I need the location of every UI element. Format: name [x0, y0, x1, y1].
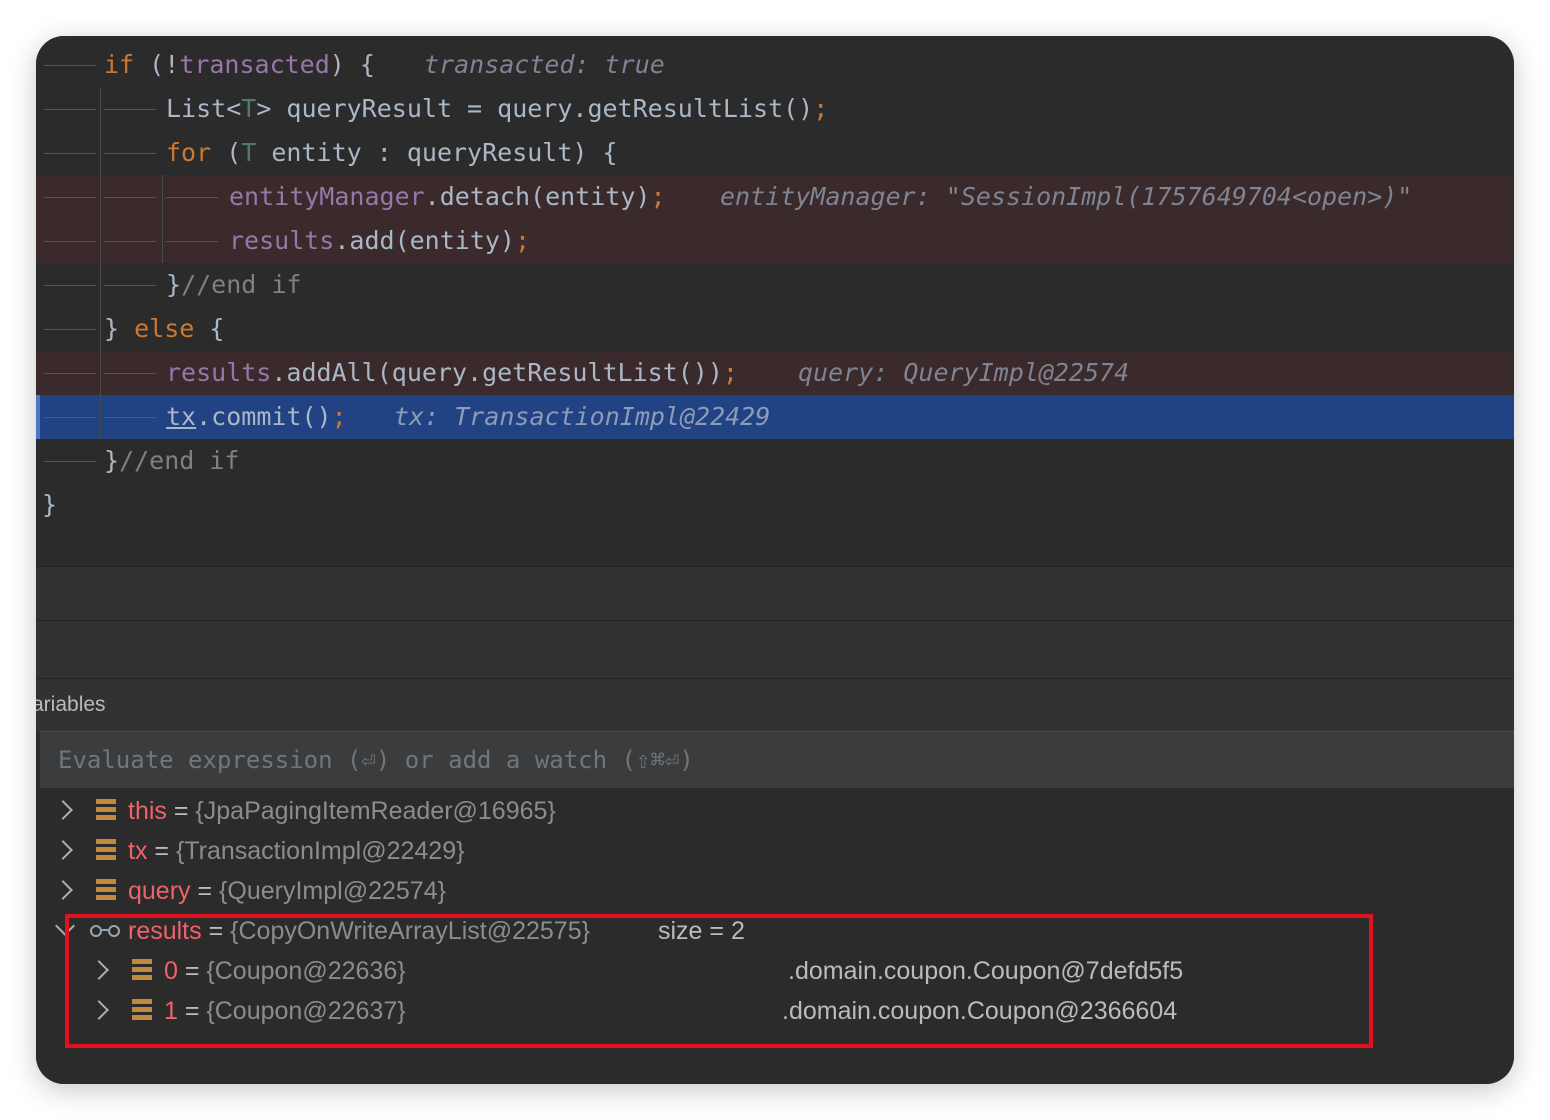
evaluate-expression-placeholder: Evaluate expression (⏎) or add a watch (… — [58, 746, 694, 774]
code-text: results.add(entity); — [229, 219, 530, 263]
debugger-window: if (!transacted) { transacted: true List… — [36, 36, 1514, 1084]
code-token: if — [104, 50, 135, 79]
code-token: //end if — [181, 270, 302, 299]
variable-row[interactable]: tx = {TransactionImpl@22429} — [36, 831, 1514, 871]
code-line[interactable]: List<T> queryResult = query.getResultLis… — [36, 87, 1514, 131]
variables-panel-header: ariables — [36, 678, 1514, 731]
code-text: }//end if — [166, 263, 301, 307]
code-line[interactable]: } else { — [36, 307, 1514, 351]
code-token: else — [134, 314, 195, 343]
code-token: ; — [813, 94, 829, 123]
expand-chevron-icon[interactable] — [53, 840, 73, 860]
code-token: tx — [166, 402, 197, 431]
code-token: entityManager — [229, 182, 425, 211]
inline-debug-hint: transacted: true — [424, 50, 665, 79]
variables-panel-title: ariables — [36, 693, 106, 716]
variable-value: {QueryImpl@22574} — [219, 877, 446, 905]
code-text: entityManager.detach(entity); — [229, 175, 666, 219]
code-token: } — [104, 446, 120, 475]
tool-window-strip — [36, 566, 1514, 620]
inline-debug-hint: tx: TransactionImpl@22429 — [394, 402, 771, 431]
code-token: (! — [134, 50, 180, 79]
code-token: ( — [211, 138, 242, 167]
code-token: > queryResult = query.getResultList() — [256, 94, 814, 123]
variable-equals: = — [190, 877, 220, 905]
code-line[interactable]: }//end if — [36, 439, 1514, 483]
tool-window-strip — [36, 620, 1514, 678]
code-line[interactable]: if (!transacted) { transacted: true — [36, 43, 1514, 87]
variable-equals: = — [147, 837, 176, 865]
code-token: ; — [650, 182, 666, 211]
code-token: List< — [166, 94, 242, 123]
field-icon — [96, 879, 116, 901]
variable-row[interactable]: this = {JpaPagingItemReader@16965} — [36, 791, 1514, 831]
variable-name: this — [128, 797, 167, 825]
code-token: results — [166, 358, 272, 387]
annotation-highlight-box — [65, 914, 1373, 1048]
code-token: } — [104, 314, 135, 343]
code-text: }//end if — [104, 439, 239, 483]
variable-name: query — [128, 877, 191, 905]
inline-debug-hint: entityManager: "SessionImpl(1757649704<o… — [720, 182, 1413, 211]
code-line-breakpoint[interactable]: entityManager.detach(entity); entityMana… — [36, 175, 1514, 219]
expand-chevron-icon[interactable] — [53, 880, 73, 900]
code-text: if (!transacted) { — [104, 43, 375, 87]
code-text: tx.commit(); — [166, 395, 347, 439]
code-token: for — [166, 138, 212, 167]
indent-guide — [162, 175, 163, 263]
code-text: List<T> queryResult = query.getResultLis… — [166, 87, 828, 131]
code-token: //end if — [119, 446, 240, 475]
code-token: .add(entity) — [334, 226, 515, 255]
code-line[interactable]: } — [36, 483, 1514, 527]
code-token: .detach(entity) — [424, 182, 651, 211]
code-token: .commit() — [196, 402, 332, 431]
code-editor[interactable]: if (!transacted) { transacted: true List… — [36, 36, 1514, 566]
code-line[interactable]: }//end if — [36, 263, 1514, 307]
inline-debug-hint: query: QueryImpl@22574 — [798, 358, 1130, 387]
code-token: .addAll(query.getResultList()) — [271, 358, 723, 387]
code-token: results — [229, 226, 335, 255]
code-token: { — [194, 314, 225, 343]
field-icon — [96, 839, 116, 861]
code-text: } — [42, 483, 57, 527]
code-token: ; — [722, 358, 738, 387]
code-line[interactable]: for (T entity : queryResult) { — [36, 131, 1514, 175]
indent-guide — [100, 87, 101, 439]
evaluate-expression-input[interactable]: Evaluate expression (⏎) or add a watch (… — [40, 731, 1514, 789]
code-line-breakpoint[interactable]: results.add(entity); — [36, 219, 1514, 263]
code-token: entity : queryResult) { — [256, 138, 618, 167]
code-token: } — [42, 490, 58, 519]
variable-value: {JpaPagingItemReader@16965} — [195, 797, 556, 825]
field-icon — [96, 799, 116, 821]
code-text: for (T entity : queryResult) { — [166, 131, 618, 175]
variable-equals: = — [166, 797, 196, 825]
code-token: ; — [331, 402, 347, 431]
code-token: T — [241, 138, 257, 167]
variable-row[interactable]: query = {QueryImpl@22574} — [36, 871, 1514, 911]
code-token: T — [241, 94, 257, 123]
variable-name: tx — [128, 837, 148, 865]
code-line-breakpoint[interactable]: results.addAll(query.getResultList()); q… — [36, 351, 1514, 395]
code-line-current-execution[interactable]: tx.commit(); tx: TransactionImpl@22429 — [36, 395, 1514, 439]
variable-value: {TransactionImpl@22429} — [175, 837, 465, 865]
expand-chevron-icon[interactable] — [53, 800, 73, 820]
code-token: ; — [514, 226, 531, 255]
code-text: results.addAll(query.getResultList()); — [166, 351, 738, 395]
code-token: ) { — [329, 50, 375, 79]
code-token: transacted — [179, 50, 330, 79]
code-token: } — [166, 270, 182, 299]
code-text: } else { — [104, 307, 224, 351]
